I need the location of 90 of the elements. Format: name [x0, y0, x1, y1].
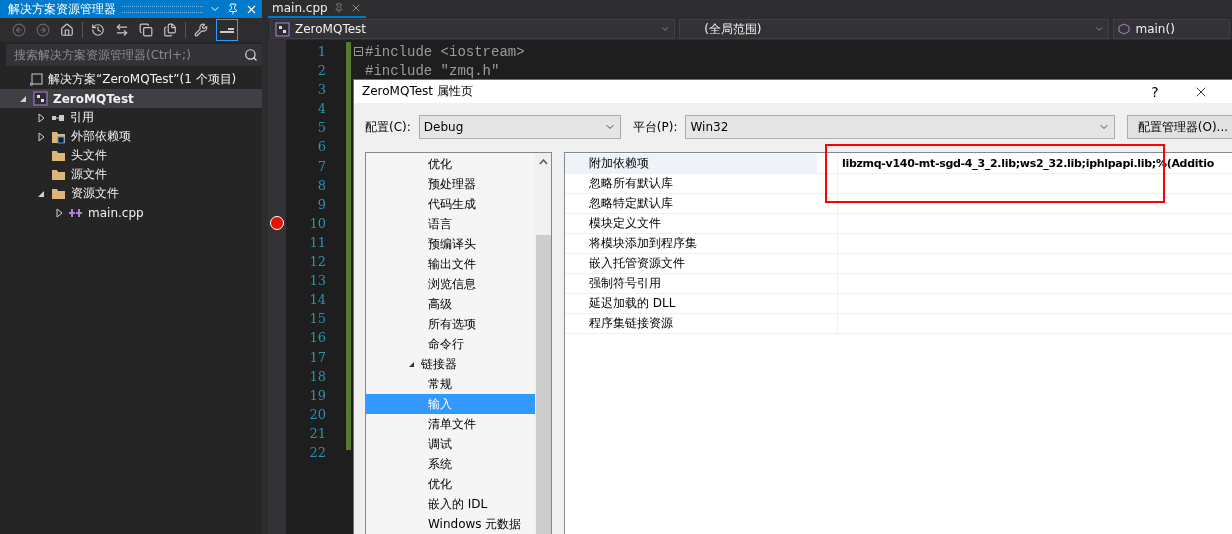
tree-item[interactable]: 优化: [366, 474, 535, 494]
line-number: 3: [317, 81, 326, 100]
line-number: 4: [317, 100, 326, 119]
tree-item[interactable]: main.cpp: [0, 203, 262, 222]
tree-item[interactable]: 引用: [0, 108, 262, 127]
line-number: 16: [309, 329, 326, 348]
line-number: 9: [317, 195, 326, 214]
configuration-label: 配置(C):: [365, 118, 411, 136]
line-number: 6: [317, 138, 326, 157]
expanded-arrow-icon[interactable]: [19, 94, 27, 103]
line-number: 13: [309, 272, 326, 291]
preview-button[interactable]: [216, 19, 238, 41]
breakpoint-icon[interactable]: [270, 216, 284, 231]
line-number: 22: [309, 443, 326, 462]
tree-item[interactable]: 清单文件: [366, 414, 535, 434]
tree-item[interactable]: Windows 元数据: [366, 514, 535, 534]
line-number: 18: [309, 367, 326, 386]
search-icon[interactable]: [244, 48, 258, 62]
search-field[interactable]: 搜索解决方案资源管理器(Ctrl+;): [6, 44, 262, 66]
pin-icon[interactable]: [227, 3, 239, 15]
collapsed-arrow-icon[interactable]: [55, 207, 63, 218]
tree-item[interactable]: 所有选项: [366, 314, 535, 334]
expanded-arrow-icon[interactable]: [37, 189, 45, 198]
project-icon: [33, 91, 48, 106]
line-number: 8: [317, 176, 326, 195]
configuration-manager-button[interactable]: 配置管理器(O)...: [1127, 115, 1232, 139]
tree-item[interactable]: 输出文件: [366, 254, 535, 274]
tree-item[interactable]: ZeroMQTest: [0, 89, 262, 108]
line-number: 2: [317, 62, 326, 81]
collapsed-arrow-icon[interactable]: [37, 112, 45, 123]
tree-item[interactable]: 解决方案“ZeroMQTest”(1 个项目): [0, 70, 262, 89]
file-tab[interactable]: main.cpp: [268, 0, 366, 18]
scope-dropdown[interactable]: (全局范围): [679, 19, 1110, 39]
tree-item[interactable]: 语言: [366, 214, 535, 234]
line-number: 5: [317, 119, 326, 138]
tree-item[interactable]: 系统: [366, 454, 535, 474]
line-number: 19: [309, 386, 326, 405]
scroll-up-icon[interactable]: [538, 159, 548, 165]
tree-item[interactable]: 外部依赖项: [0, 127, 262, 146]
tree-item[interactable]: 常规: [366, 374, 535, 394]
platform-dropdown[interactable]: Win32: [685, 115, 1116, 139]
line-number: 1: [317, 43, 326, 61]
tree-item[interactable]: 命令行: [366, 334, 535, 354]
tree-item[interactable]: 源文件: [0, 165, 262, 184]
tree-item[interactable]: 预编译头: [366, 234, 535, 254]
tree-item[interactable]: 代码生成: [366, 194, 535, 214]
expanded-arrow-icon[interactable]: [408, 360, 415, 368]
tree-item[interactable]: 资源文件: [0, 184, 262, 203]
tree-item[interactable]: 嵌入的 IDL: [366, 494, 535, 514]
line-number: 7: [317, 157, 326, 176]
help-button[interactable]: ?: [1132, 82, 1178, 101]
scrollbar[interactable]: [535, 153, 551, 534]
property-name[interactable]: 附加依赖项: [565, 154, 817, 173]
tree-item[interactable]: 优化: [366, 154, 535, 174]
grip-handle[interactable]: [122, 5, 203, 13]
line-number: 14: [309, 291, 326, 310]
line-number: 10: [309, 214, 326, 233]
line-number: 11: [309, 233, 326, 252]
line-number: 12: [309, 253, 326, 272]
collapsed-arrow-icon[interactable]: [37, 131, 45, 142]
line-number: 21: [309, 424, 326, 443]
solution-icon: [29, 72, 43, 87]
folder-icon: [51, 168, 66, 181]
tree-item[interactable]: 调试: [366, 434, 535, 454]
folder-icon: [51, 129, 66, 144]
tree-item[interactable]: 链接器: [366, 354, 535, 374]
collapse-icon[interactable]: [354, 47, 363, 57]
code-line: #include <iostream>: [365, 43, 525, 60]
panel-title: 解决方案资源管理器: [8, 0, 116, 18]
tree-item[interactable]: 高级: [366, 294, 535, 314]
line-number: 15: [309, 310, 326, 329]
cube-icon: [1118, 23, 1131, 35]
project-icon: [275, 21, 290, 37]
tree-item[interactable]: 预处理器: [366, 174, 535, 194]
tree-item[interactable]: 浏览信息: [366, 274, 535, 294]
cpp-file-icon: [69, 207, 83, 218]
scroll-thumb[interactable]: [535, 235, 551, 534]
member-dropdown[interactable]: main(): [1113, 19, 1230, 39]
project-dropdown[interactable]: ZeroMQTest: [270, 19, 676, 39]
line-number: 20: [309, 405, 326, 424]
tree-item[interactable]: 头文件: [0, 146, 262, 165]
platform-label: 平台(P):: [632, 118, 678, 136]
folder-icon: [51, 149, 66, 162]
configuration-dropdown[interactable]: Debug: [418, 115, 621, 139]
line-number: 17: [309, 348, 326, 367]
folder-icon: [51, 187, 66, 200]
references-icon: [51, 112, 65, 123]
dialog-title: ZeroMQTest 属性页: [362, 83, 474, 100]
code-line: #include "zmq.h": [365, 62, 500, 79]
pin-icon[interactable]: [333, 3, 344, 13]
